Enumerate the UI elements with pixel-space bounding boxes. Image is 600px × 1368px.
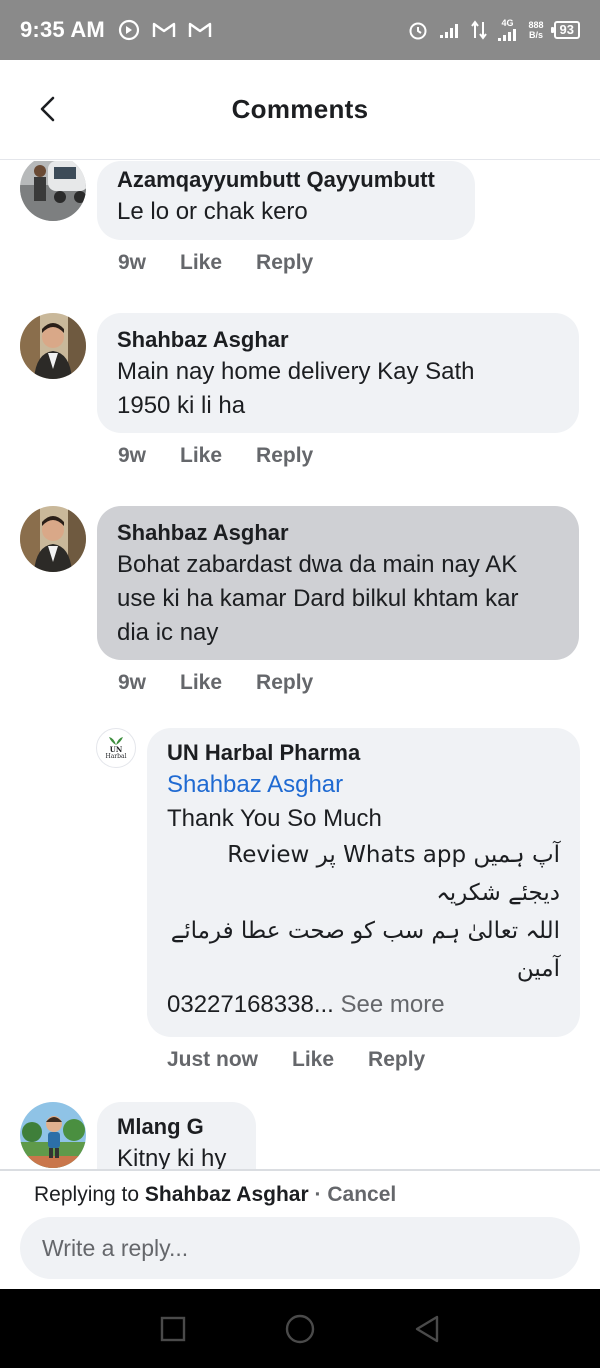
- comment-text: Kitny ki hy: [117, 1145, 227, 1169]
- alarm-icon: [407, 19, 429, 41]
- avatar[interactable]: UN Harbal: [96, 728, 136, 768]
- comment-time[interactable]: Just now: [167, 1048, 258, 1072]
- cancel-reply-button[interactable]: Cancel: [327, 1183, 396, 1206]
- comment-bubble[interactable]: Shahbaz Asghar Main nay home delivery Ka…: [97, 313, 579, 433]
- network-speed: 888 B/s: [529, 20, 544, 40]
- comment-bubble[interactable]: Mlang G Kitny ki hy: [97, 1102, 256, 1169]
- comment-bubble[interactable]: Azamqayyumbutt Qayyumbutt Le lo or chak …: [97, 161, 475, 240]
- like-button[interactable]: Like: [292, 1048, 334, 1072]
- comment-author[interactable]: Azamqayyumbutt Qayyumbutt: [117, 165, 455, 195]
- comment-bubble[interactable]: Shahbaz Asghar Bohat zabardast dwa da ma…: [97, 506, 579, 660]
- reply-panel: Replying to Shahbaz Asghar · Cancel: [0, 1169, 600, 1289]
- chevron-left-icon: [40, 96, 55, 122]
- reply-button[interactable]: Reply: [368, 1048, 425, 1072]
- comment-text: Le lo or chak kero: [117, 198, 308, 225]
- status-notification-icons: [117, 18, 213, 42]
- signal-icon: [439, 21, 461, 39]
- replying-to-bar: Replying to Shahbaz Asghar · Cancel: [34, 1183, 396, 1207]
- comment-urdu-line: دیجئے شکریہ: [436, 880, 560, 906]
- comment-bubble[interactable]: UN Harbal Pharma Shahbaz Asghar Thank Yo…: [147, 728, 580, 1037]
- reply-button[interactable]: Reply: [256, 671, 313, 695]
- comment-text: Thank You So Much: [167, 805, 382, 832]
- avatar[interactable]: [20, 506, 86, 572]
- like-button[interactable]: Like: [180, 444, 222, 468]
- back-button[interactable]: [32, 94, 62, 124]
- square-icon: [161, 1316, 186, 1341]
- avatar[interactable]: [20, 313, 86, 379]
- comment-urdu-line: آمین: [516, 956, 560, 982]
- comment-urdu-line: آپ ہمیں Whats app پر Review: [227, 842, 560, 868]
- whatsapp-icon: [117, 18, 141, 42]
- replying-to-name: Shahbaz Asghar: [144, 1183, 309, 1206]
- triangle-back-icon: [415, 1315, 438, 1342]
- avatar[interactable]: [20, 161, 86, 221]
- like-button[interactable]: Like: [180, 671, 222, 695]
- home-button[interactable]: [280, 1309, 320, 1349]
- comment-time[interactable]: 9w: [118, 251, 146, 275]
- comment-item: Shahbaz Asghar Main nay home delivery Ka…: [0, 313, 600, 483]
- battery-icon: 93: [550, 21, 580, 39]
- comment-author[interactable]: Shahbaz Asghar: [117, 325, 559, 355]
- comment-time[interactable]: 9w: [118, 671, 146, 695]
- network-4g-icon: 4G: [497, 17, 519, 42]
- comment-item-selected: Shahbaz Asghar Bohat zabardast dwa da ma…: [0, 506, 600, 706]
- comment-text: Main nay home delivery Kay Sath 1950 ki …: [117, 358, 475, 419]
- comments-list[interactable]: Azamqayyumbutt Qayyumbutt Le lo or chak …: [0, 161, 600, 1169]
- comment-text: Bohat zabardast dwa da main nay AK use k…: [117, 551, 519, 646]
- gmail-icon: [151, 20, 177, 40]
- recents-button[interactable]: [153, 1309, 193, 1349]
- reply-input[interactable]: [20, 1217, 580, 1279]
- page-title: Comments: [231, 94, 369, 124]
- status-bar: 9:35 AM 4G 888 B/s 93: [0, 0, 600, 60]
- comment-phone-line: 03227168338... See more: [167, 988, 560, 1022]
- phone-number: 03227168338...: [167, 991, 334, 1018]
- comment-urdu-line: اللہ تعالیٰ ہم سب کو صحت عطا فرمائے: [170, 918, 560, 944]
- status-time: 9:35 AM: [20, 17, 105, 42]
- avatar-logo-text: Harbal: [105, 753, 127, 760]
- back-nav-button[interactable]: [407, 1309, 447, 1349]
- comment-actions: 9w Like Reply: [118, 671, 313, 695]
- comment-author[interactable]: Mlang G: [117, 1112, 236, 1142]
- reply-item: UN Harbal UN Harbal Pharma Shahbaz Asgha…: [0, 728, 600, 1088]
- system-nav-bar: [0, 1289, 600, 1368]
- comment-time[interactable]: 9w: [118, 444, 146, 468]
- reply-button[interactable]: Reply: [256, 444, 313, 468]
- comment-actions: 9w Like Reply: [118, 251, 313, 275]
- circle-icon: [285, 1314, 315, 1343]
- comment-actions: Just now Like Reply: [167, 1048, 425, 1072]
- comment-author[interactable]: Shahbaz Asghar: [117, 518, 559, 548]
- see-more-link[interactable]: See more: [341, 991, 445, 1018]
- avatar-logo-text: UN: [109, 745, 123, 754]
- gmail-icon: [187, 20, 213, 40]
- network-speed-value: 888: [528, 20, 544, 30]
- network-speed-unit: B/s: [529, 30, 544, 40]
- comment-actions: 9w Like Reply: [118, 444, 313, 468]
- reply-button[interactable]: Reply: [256, 251, 313, 275]
- network-type: 4G: [501, 17, 514, 28]
- replying-separator: ·: [308, 1183, 328, 1206]
- replying-prefix: Replying to: [34, 1183, 140, 1206]
- header: Comments: [0, 60, 600, 160]
- status-system-icons: 4G 888 B/s 93: [407, 17, 580, 42]
- comment-item: Mlang G Kitny ki hy: [0, 1102, 600, 1169]
- avatar[interactable]: [20, 1102, 86, 1168]
- comment-author[interactable]: UN Harbal Pharma: [167, 738, 560, 768]
- mention-link[interactable]: Shahbaz Asghar: [167, 768, 560, 802]
- like-button[interactable]: Like: [180, 251, 222, 275]
- data-transfer-icon: [470, 20, 487, 40]
- comment-item: Azamqayyumbutt Qayyumbutt Le lo or chak …: [0, 161, 600, 301]
